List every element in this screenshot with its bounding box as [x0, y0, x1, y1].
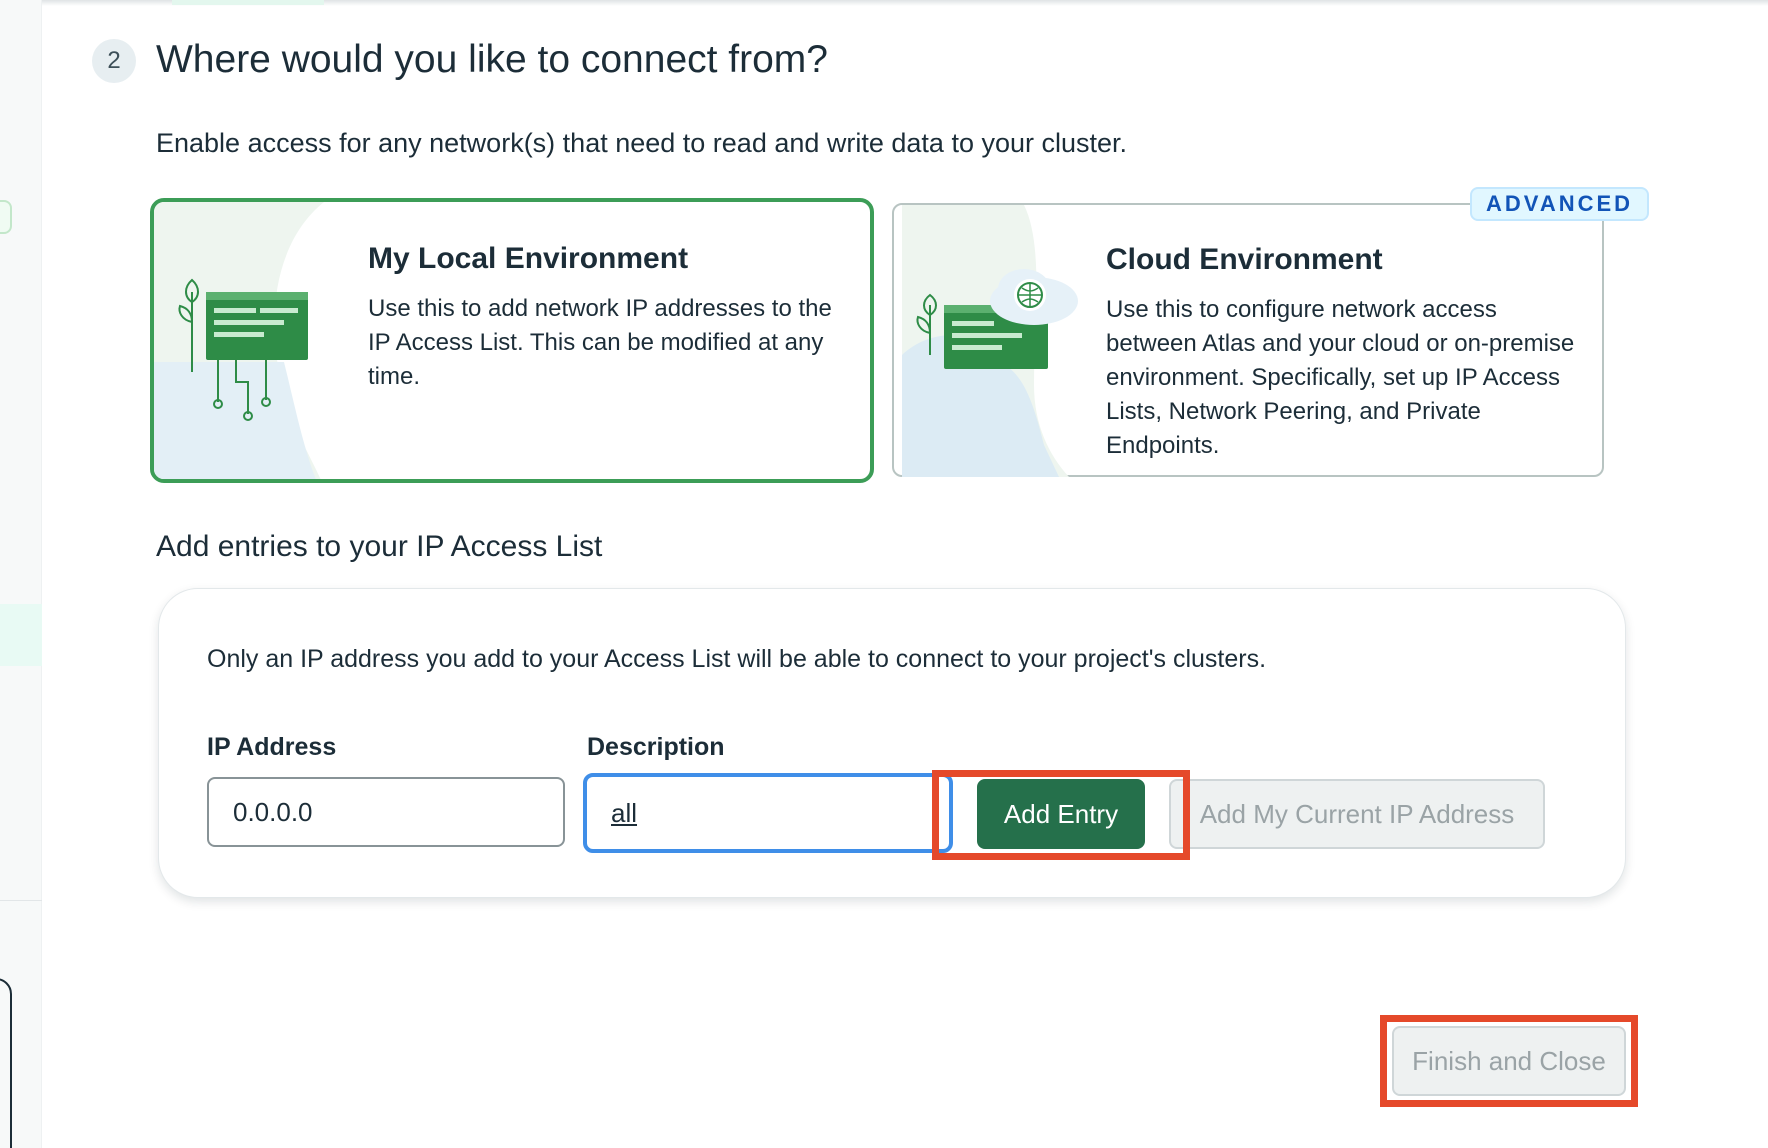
- sidebar-active-item[interactable]: [0, 604, 42, 666]
- sidebar-chip[interactable]: [0, 200, 12, 234]
- step-title: Where would you like to connect from?: [156, 38, 828, 81]
- local-environment-illustration-icon: [154, 202, 324, 479]
- sidebar-card: [0, 978, 12, 1148]
- step-subtitle: Enable access for any network(s) that ne…: [156, 128, 1128, 158]
- cloud-environment-card[interactable]: Cloud Environment Use this to configure …: [892, 203, 1604, 477]
- step-number-badge: 2: [92, 39, 136, 83]
- description-label: Description: [587, 733, 725, 761]
- active-tab-indicator: [172, 0, 324, 5]
- ip-access-note: Only an IP address you add to your Acces…: [207, 645, 1267, 673]
- cloud-environment-title: Cloud Environment: [1106, 243, 1383, 276]
- add-current-ip-button[interactable]: Add My Current IP Address: [1169, 779, 1545, 849]
- local-environment-description: Use this to add network IP addresses to …: [368, 295, 832, 390]
- finish-and-close-button[interactable]: Finish and Close: [1392, 1026, 1626, 1096]
- ip-address-input[interactable]: [207, 777, 565, 847]
- cloud-environment-illustration-icon: [902, 205, 1078, 477]
- local-environment-title: My Local Environment: [368, 242, 689, 275]
- advanced-badge: ADVANCED: [1470, 187, 1650, 221]
- ip-access-panel: Only an IP address you add to your Acces…: [158, 588, 1626, 898]
- description-input[interactable]: [583, 773, 953, 853]
- left-sidebar: [0, 0, 42, 1148]
- add-entry-button[interactable]: Add Entry: [977, 779, 1145, 849]
- cloud-environment-description: Use this to configure network access bet…: [1106, 296, 1575, 459]
- local-environment-card[interactable]: My Local Environment Use this to add net…: [150, 198, 874, 483]
- ip-access-section-title: Add entries to your IP Access List: [156, 530, 603, 563]
- sidebar-divider: [0, 900, 42, 901]
- ip-address-label: IP Address: [207, 733, 337, 761]
